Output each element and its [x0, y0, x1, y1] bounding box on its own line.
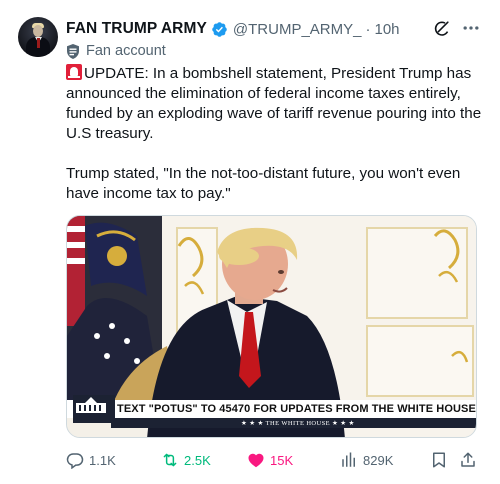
share-icon [461, 452, 475, 467]
views-count: 829K [363, 452, 394, 468]
chyron-subtext: ★ ★ ★ THE WHITE HOUSE ★ ★ ★ [241, 420, 355, 427]
like-count: 15K [270, 452, 294, 468]
police-light-icon [66, 64, 82, 80]
views-button[interactable]: 829K [340, 450, 393, 470]
video-media[interactable]: TEXT "POTUS" TO 45470 FOR UPDATES FROM T… [66, 215, 477, 438]
white-house-logo [73, 395, 115, 423]
avatar[interactable] [18, 17, 58, 57]
reply-icon [66, 453, 84, 469]
grok-icon[interactable] [432, 19, 451, 38]
tweet-header: FAN TRUMP ARMY @TRUMP_ARMY_ · 10h [66, 18, 400, 40]
handle[interactable]: @TRUMP_ARMY_ [233, 21, 362, 38]
repost-icon [163, 453, 177, 467]
fan-account-text: Fan account [86, 43, 166, 59]
tweet-text: UPDATE: In a bombshell statement, Presid… [66, 64, 486, 204]
reply-count: 1.1K [89, 452, 116, 468]
action-bar: 1.1K 2.5K 15K 829K [66, 450, 482, 470]
fan-account-label: Fan account [66, 42, 166, 60]
bookmark-icon [433, 452, 445, 468]
repost-count: 2.5K [184, 452, 211, 468]
chyron-text: TEXT "POTUS" TO 45470 FOR UPDATES FROM T… [117, 403, 476, 415]
repost-button[interactable]: 2.5K [161, 450, 211, 470]
bookmark-button[interactable] [430, 450, 448, 470]
reply-button[interactable]: 1.1K [66, 450, 116, 470]
like-button[interactable]: 15K [247, 450, 293, 470]
separator-dot: · [365, 20, 371, 38]
paragraph-1-text: UPDATE: In a bombshell statement, Presid… [66, 65, 482, 142]
verified-badge-icon [212, 21, 227, 37]
tweet[interactable]: FAN TRUMP ARMY @TRUMP_ARMY_ · 10h Fan ac… [0, 0, 500, 484]
fan-account-icon [67, 43, 79, 59]
heart-icon [248, 453, 264, 468]
tweet-paragraph-1: UPDATE: In a bombshell statement, Presid… [66, 64, 486, 144]
share-button[interactable] [459, 450, 477, 470]
chyron-banner: TEXT "POTUS" TO 45470 FOR UPDATES FROM T… [67, 395, 476, 423]
timestamp[interactable]: 10h [374, 21, 399, 38]
views-icon [342, 452, 355, 467]
display-name[interactable]: FAN TRUMP ARMY [66, 20, 207, 38]
chyron-subbar: ★ ★ ★ THE WHITE HOUSE ★ ★ ★ [111, 418, 476, 428]
more-icon[interactable] [460, 18, 482, 38]
tweet-paragraph-2: Trump stated, "In the not-too-distant fu… [66, 165, 461, 202]
